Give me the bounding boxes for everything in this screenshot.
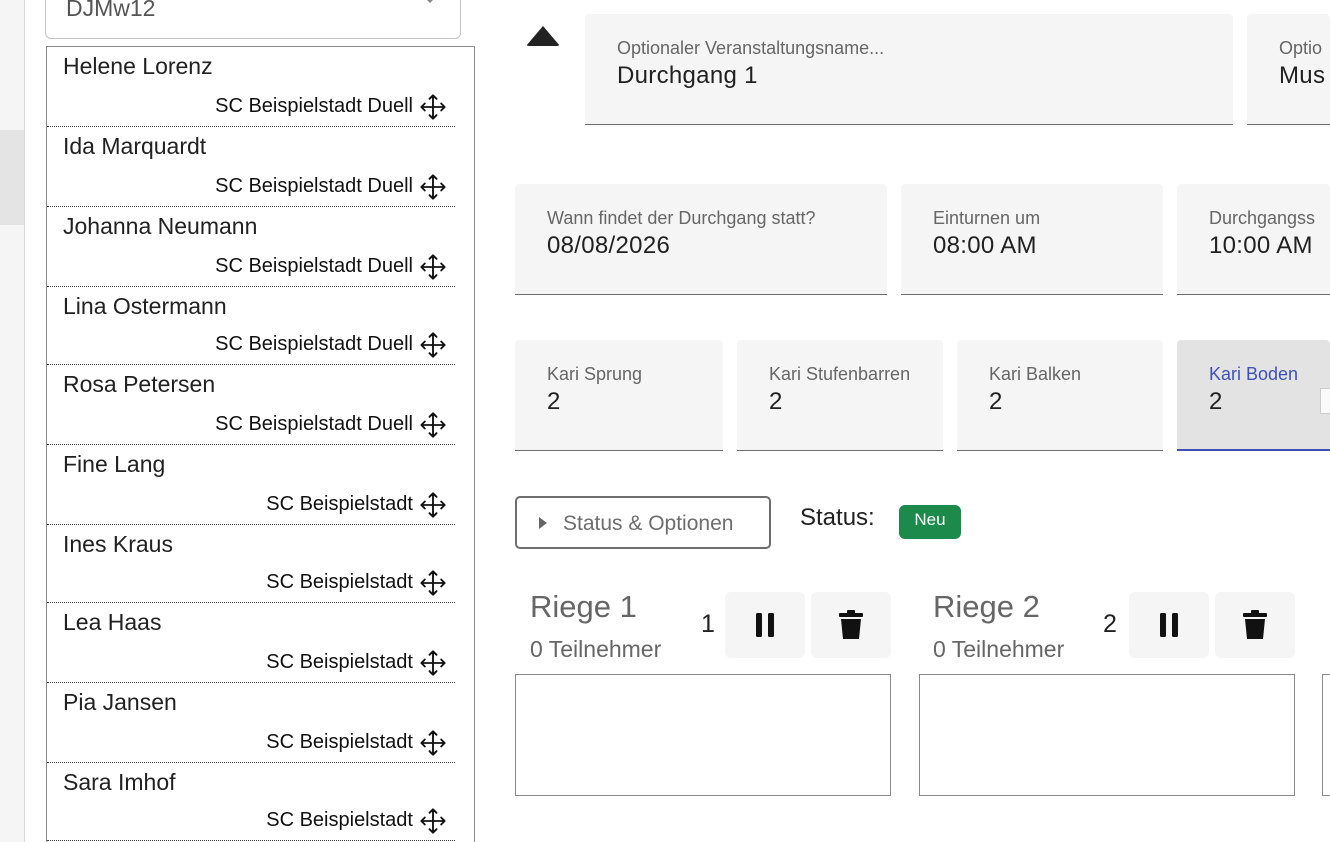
athlete-name: Helene Lorenz [63, 53, 213, 79]
riege-2-title: Riege 2 [933, 589, 1040, 624]
caret-up-icon[interactable] [526, 26, 560, 46]
location-field[interactable]: Optio Mus [1247, 14, 1330, 125]
location-label: Optio [1279, 38, 1323, 58]
warmup-time-label: Einturnen um [933, 208, 1041, 228]
caret-right-icon [539, 517, 547, 529]
riege-2-count: 0 Teilnehmer [933, 636, 1065, 662]
list-item[interactable]: Lea Haas SC Beispielstadt [47, 603, 455, 683]
chevron-down-icon [424, 0, 436, 3]
list-item[interactable]: Sara Imhof SC Beispielstadt [47, 763, 455, 841]
riege-2-pause-button[interactable] [1129, 592, 1209, 658]
status-options-toggle[interactable]: Status & Optionen [515, 496, 771, 549]
kari-stufenbarren-label: Kari Stufenbarren [769, 364, 911, 384]
riege-1-pause-button[interactable] [725, 592, 805, 658]
athlete-club: SC Beispielstadt [266, 731, 413, 753]
date-value: 08/08/2026 [547, 232, 671, 259]
status-options-label: Status & Optionen [563, 512, 734, 535]
athlete-club: SC Beispielstadt Duell [215, 255, 413, 277]
athlete-name: Sara Imhof [63, 769, 176, 795]
athlete-name: Lea Haas [63, 609, 162, 635]
kari-balken-value: 2 [989, 388, 1003, 415]
list-item[interactable]: Ida Marquardt SC Beispielstadt Duell [47, 127, 455, 207]
kari-boden-label: Kari Boden [1209, 364, 1299, 384]
list-item[interactable]: Pia Jansen SC Beispielstadt [47, 683, 455, 763]
move-arrows-icon[interactable] [419, 729, 447, 757]
move-arrows-icon[interactable] [419, 331, 447, 359]
athlete-club: SC Beispielstadt Duell [215, 413, 413, 435]
athlete-club: SC Beispielstadt Duell [215, 175, 413, 197]
warmup-time-field[interactable]: Einturnen um 08:00 AM [901, 184, 1163, 295]
riege-2-dropzone[interactable] [919, 674, 1295, 796]
riege-2-delete-button[interactable] [1215, 592, 1295, 658]
riege-1-title: Riege 1 [530, 589, 637, 624]
start-time-label: Durchgangss [1209, 208, 1316, 228]
class-filter-select[interactable]: DJMw12 [45, 0, 461, 39]
event-name-field[interactable]: Optionaler Veranstaltungsname... Durchga… [585, 14, 1233, 125]
athlete-name: Fine Lang [63, 451, 166, 477]
left-rail [0, 0, 25, 842]
start-time-value: 10:00 AM [1209, 232, 1313, 259]
class-filter-value: DJMw12 [66, 0, 156, 21]
rail-active-item[interactable] [0, 130, 24, 225]
kari-stufenbarren-value: 2 [769, 388, 783, 415]
start-time-field[interactable]: Durchgangss 10:00 AM [1177, 184, 1330, 295]
move-arrows-icon[interactable] [419, 411, 447, 439]
kari-sprung-value: 2 [547, 388, 561, 415]
list-item[interactable]: Johanna Neumann SC Beispielstadt Duell [47, 207, 455, 287]
pause-icon [1160, 613, 1178, 637]
date-field[interactable]: Wann findet der Durchgang statt? 08/08/2… [515, 184, 887, 295]
pause-icon [756, 613, 774, 637]
location-value: Mus [1279, 62, 1326, 89]
kari-balken-label: Kari Balken [989, 364, 1082, 384]
list-item[interactable]: Helene Lorenz SC Beispielstadt Duell [47, 47, 455, 127]
event-name-value: Durchgang 1 [617, 62, 758, 89]
athlete-name: Ines Kraus [63, 531, 173, 557]
move-arrows-icon[interactable] [419, 93, 447, 121]
riege-1-delete-button[interactable] [811, 592, 891, 658]
trash-icon [839, 610, 863, 639]
trash-icon [1243, 610, 1267, 639]
athlete-club: SC Beispielstadt [266, 651, 413, 673]
move-arrows-icon[interactable] [419, 253, 447, 281]
list-item[interactable]: Lina Ostermann SC Beispielstadt Duell [47, 287, 455, 365]
move-arrows-icon[interactable] [419, 807, 447, 835]
riege-2-number: 2 [1103, 610, 1117, 638]
list-item[interactable]: Rosa Petersen SC Beispielstadt Duell [47, 365, 455, 445]
athlete-club: SC Beispielstadt Duell [215, 95, 413, 117]
kari-boden-field[interactable]: Kari Boden 2 [1177, 340, 1330, 451]
warmup-time-value: 08:00 AM [933, 232, 1037, 259]
athlete-name: Johanna Neumann [63, 213, 258, 239]
athlete-name: Pia Jansen [63, 689, 177, 715]
riege-1-dropzone[interactable] [515, 674, 891, 796]
move-arrows-icon[interactable] [419, 173, 447, 201]
status-badge: Neu [899, 505, 961, 539]
move-arrows-icon[interactable] [419, 491, 447, 519]
event-name-label: Optionaler Veranstaltungsname... [617, 38, 885, 58]
riege-1-count: 0 Teilnehmer [530, 636, 662, 662]
athlete-club: SC Beispielstadt [266, 571, 413, 593]
list-item[interactable]: Ines Kraus SC Beispielstadt [47, 525, 455, 603]
kari-sprung-field[interactable]: Kari Sprung 2 [515, 340, 723, 451]
athlete-club: SC Beispielstadt [266, 493, 413, 515]
list-item[interactable]: Fine Lang SC Beispielstadt [47, 445, 455, 525]
athlete-club: SC Beispielstadt Duell [215, 333, 413, 355]
status-label: Status: [800, 504, 875, 531]
riege-3-dropzone[interactable] [1322, 674, 1330, 796]
move-arrows-icon[interactable] [419, 649, 447, 677]
move-arrows-icon[interactable] [419, 569, 447, 597]
athlete-name: Lina Ostermann [63, 293, 227, 319]
athlete-club: SC Beispielstadt [266, 809, 413, 831]
athlete-name: Ida Marquardt [63, 133, 207, 159]
date-label: Wann findet der Durchgang statt? [547, 208, 816, 228]
athlete-list: Helene Lorenz SC Beispielstadt Duell Ida… [46, 46, 475, 842]
kari-stufenbarren-field[interactable]: Kari Stufenbarren 2 [737, 340, 943, 451]
number-spinner[interactable] [1320, 388, 1330, 414]
kari-balken-field[interactable]: Kari Balken 2 [957, 340, 1163, 451]
athlete-name: Rosa Petersen [63, 371, 216, 397]
kari-sprung-label: Kari Sprung [547, 364, 643, 384]
kari-boden-value: 2 [1209, 388, 1223, 415]
riege-1-number: 1 [701, 610, 715, 638]
